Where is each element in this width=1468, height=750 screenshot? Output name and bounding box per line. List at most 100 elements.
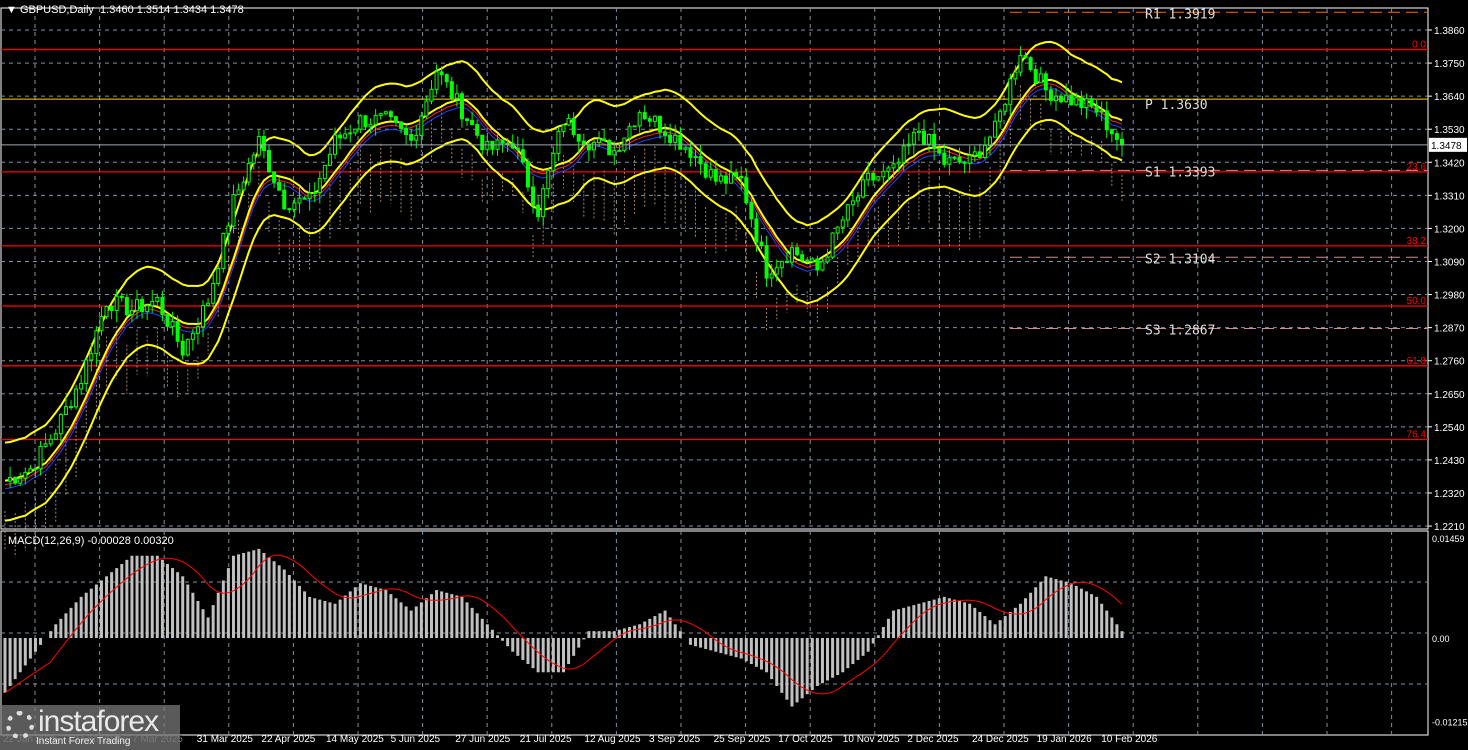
candle [256, 136, 261, 156]
candle [1008, 78, 1013, 105]
macd-bar [171, 568, 175, 638]
macd-bar [1079, 588, 1083, 638]
macd-bar [99, 580, 103, 638]
macd-bar [963, 602, 967, 638]
candle [597, 138, 602, 143]
candle [241, 181, 246, 191]
candle [693, 156, 698, 159]
macd-bar [328, 602, 332, 638]
candle [485, 140, 490, 151]
symbol-label: GBPUSD,Daily [19, 4, 94, 16]
macd-bar [1090, 594, 1094, 638]
candle [718, 175, 723, 182]
x-tick-label: 17 Oct 2025 [778, 734, 833, 745]
y-tick-label: 1.3310 [1434, 191, 1465, 202]
macd-bar [511, 638, 515, 652]
candle [312, 191, 317, 194]
candle [536, 204, 541, 218]
macd-bar [125, 559, 129, 638]
y-tick-label: 1.3200 [1434, 224, 1465, 235]
macd-bar [231, 555, 235, 638]
candle [987, 136, 992, 146]
candle [678, 134, 683, 150]
macd-bar [480, 618, 484, 638]
macd-bar [688, 638, 692, 645]
macd-bar [313, 598, 317, 638]
macd-bar [562, 638, 565, 673]
candle [399, 121, 404, 129]
macd-bar [28, 638, 32, 659]
candle [713, 169, 718, 182]
macd-bar [59, 618, 63, 638]
candle [576, 134, 581, 142]
macd-bar [277, 565, 281, 638]
macd-bar [1115, 624, 1119, 638]
macd-bar [607, 631, 611, 638]
candle [921, 130, 926, 145]
candle [251, 154, 256, 164]
candle [556, 131, 561, 154]
macd-bar [323, 600, 327, 638]
candle [886, 167, 891, 172]
y-tick-label: 1.2870 [1434, 324, 1465, 335]
candle [99, 315, 104, 332]
macd-bar [765, 638, 769, 673]
candle [1109, 129, 1114, 135]
price-chart[interactable]: 1.3860 1.3750 1.3640 1.3530 1.3420 1.3310 1.32… [0, 0, 1468, 750]
candle [622, 137, 627, 151]
macd-bar [582, 638, 586, 640]
macd-bar [1013, 607, 1017, 638]
macd-bar [612, 631, 616, 638]
candle [927, 133, 932, 145]
candle [977, 151, 982, 158]
kijun-line [4, 87, 1123, 490]
macd-bar [780, 638, 784, 693]
macd-bar [800, 638, 804, 699]
macd-bar [221, 580, 225, 638]
candle [932, 133, 937, 149]
candle [759, 241, 764, 247]
x-tick-label: 5 Jun 2025 [391, 734, 441, 745]
candle [94, 330, 99, 355]
macd-bar [785, 638, 789, 700]
candle [1069, 94, 1074, 106]
macd-bar [89, 588, 93, 638]
logo-tagline: Instant Forex Trading [36, 736, 131, 747]
macd-bar [1044, 576, 1048, 638]
candle [459, 93, 464, 120]
macd-header: MACD(12,26,9) -0.00028 0.00320 [8, 535, 174, 547]
candle [470, 120, 475, 126]
candle [1099, 110, 1104, 113]
candle [277, 181, 282, 191]
y-tick-label: 1.2320 [1434, 489, 1465, 500]
macd-bar [145, 555, 149, 638]
candle [429, 88, 434, 102]
macd-bar [485, 624, 489, 638]
candle [1013, 71, 1018, 80]
macd-bar [363, 584, 367, 638]
candle [119, 295, 124, 299]
macd-bar [892, 610, 896, 638]
candle [109, 305, 114, 311]
macd-y-tick-label: 0.01459 [1432, 534, 1465, 544]
candle [327, 153, 332, 166]
candle [571, 117, 576, 136]
macd-bar [993, 624, 997, 638]
pivot-label: P 1.3630 [1145, 98, 1208, 113]
macd-bar [242, 553, 246, 638]
candle [317, 177, 322, 193]
macd-bar [495, 635, 499, 638]
macd-bar [262, 553, 266, 638]
candle [708, 169, 713, 178]
macd-bar [760, 638, 764, 670]
candle [322, 164, 327, 179]
candle [1079, 97, 1084, 109]
candle [89, 353, 94, 361]
macd-bar [191, 592, 195, 638]
candle [1038, 73, 1043, 84]
macd-bar [424, 598, 428, 638]
macd-bar [678, 631, 682, 638]
macd-bar [54, 624, 58, 638]
macd-bar [1054, 579, 1058, 638]
candle [160, 296, 165, 315]
